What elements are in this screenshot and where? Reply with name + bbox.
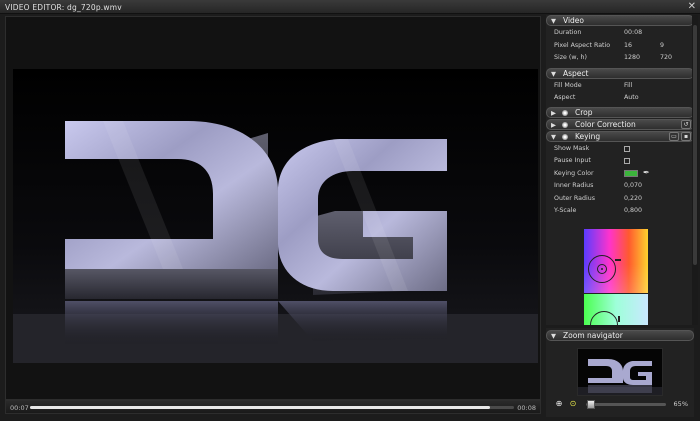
prop-value[interactable]: 720 — [660, 54, 672, 61]
keying-color-swatch[interactable] — [624, 169, 638, 177]
section-zoom-header[interactable]: ▼ Zoom navigator — [546, 330, 694, 341]
section-aspect-title: Aspect — [563, 68, 589, 78]
video-viewer[interactable] — [5, 16, 541, 400]
zoom-slider[interactable] — [586, 403, 666, 406]
key-target-handle[interactable] — [615, 259, 621, 261]
key-target-handle[interactable] — [618, 316, 620, 322]
prop-row: Pixel Aspect Ratio 16 9 — [546, 40, 694, 53]
eye-icon[interactable] — [562, 121, 568, 128]
prop-row: Size (w, h) 1280 720 — [546, 52, 694, 65]
eyedropper-icon[interactable]: ✒ — [643, 168, 650, 177]
prop-label: Inner Radius — [554, 182, 594, 189]
section-crop-title: Crop — [575, 107, 593, 117]
prop-label: Size (w, h) — [554, 54, 587, 61]
reset-icon[interactable]: ↺ — [681, 119, 691, 129]
section-crop-header[interactable]: ▶ Crop — [546, 106, 694, 118]
end-time: 00:08 — [517, 404, 536, 412]
color-key-picker[interactable] — [584, 229, 648, 293]
zoom-navigator-title: Zoom navigator — [563, 331, 623, 340]
prop-row: Pause Input — [546, 155, 694, 168]
chevron-down-icon[interactable]: ▼ — [551, 16, 556, 26]
prop-row: Duration 00:08 — [546, 27, 694, 40]
scrollbar-thumb[interactable] — [693, 25, 697, 265]
seek-progress — [30, 406, 490, 409]
zoom-in-icon[interactable]: ⊕ — [554, 399, 564, 409]
prop-label: Fill Mode — [554, 81, 582, 89]
zoom-slider-handle[interactable] — [587, 400, 595, 409]
video-frame — [13, 69, 538, 363]
chevron-right-icon[interactable]: ▶ — [551, 120, 556, 130]
prop-label: Y-Scale — [554, 207, 577, 214]
prop-label: Aspect — [554, 94, 576, 101]
prop-row: Show Mask — [546, 143, 694, 156]
prop-row: Outer Radius 0,220 — [546, 193, 694, 206]
prop-label: Keying Color — [554, 169, 594, 177]
eye-icon[interactable] — [562, 109, 568, 116]
eye-icon[interactable] — [562, 133, 568, 140]
prop-label: Pause Input — [554, 157, 591, 164]
y-scale-value[interactable]: 0,800 — [624, 207, 642, 214]
section-video-header[interactable]: ▼ Video — [546, 15, 694, 26]
show-mask-checkbox[interactable] — [624, 145, 630, 152]
prop-label: Pixel Aspect Ratio — [554, 41, 611, 49]
section-aspect-header[interactable]: ▼ Aspect — [546, 67, 694, 79]
section-keying-header[interactable]: ▼ Keying ▭ ▪ — [546, 130, 694, 142]
window-title: VIDEO EDITOR: dg_720p.wmv — [5, 3, 122, 12]
prop-value: 00:08 — [624, 29, 643, 36]
video-preview-image — [13, 69, 538, 363]
key-target-dot[interactable] — [601, 268, 603, 270]
prop-label: Show Mask — [554, 144, 590, 152]
outer-radius-value[interactable]: 0,220 — [624, 195, 642, 202]
zoom-controls: ⊕ ⊙ 65% — [546, 398, 694, 412]
seek-track[interactable] — [30, 406, 514, 409]
prop-row: Aspect Auto — [546, 92, 694, 105]
current-time: 00:07 — [10, 404, 29, 412]
section-keying-title: Keying — [575, 131, 601, 141]
chevron-down-icon[interactable]: ▼ — [551, 132, 556, 142]
zoom-navigator-panel: ▼ Zoom navigator ⊕ ⊙ 65% — [546, 328, 694, 417]
properties-scrollbar[interactable] — [692, 15, 698, 325]
prop-value[interactable]: 16 — [624, 42, 632, 49]
timeline[interactable]: 00:07 00:08 — [5, 400, 541, 414]
properties-panel: ▼ Video Duration 00:08 Pixel Aspect Rati… — [546, 15, 694, 325]
prop-row: Keying Color ✒ — [546, 168, 694, 181]
folder-icon[interactable]: ▭ — [669, 131, 679, 141]
chevron-down-icon[interactable]: ▼ — [551, 331, 556, 341]
prop-value[interactable]: 1280 — [624, 54, 640, 61]
prop-label: Duration — [554, 29, 582, 36]
fill-mode-select[interactable]: Fill — [624, 82, 632, 89]
section-video-title: Video — [563, 16, 585, 25]
prop-row: Fill Mode Fill — [546, 80, 694, 93]
zoom-fit-icon[interactable]: ⊙ — [568, 399, 578, 409]
pause-input-checkbox[interactable] — [624, 158, 630, 164]
zoom-thumbnail[interactable] — [577, 348, 663, 396]
zoom-thumbnail-image — [578, 349, 662, 395]
prop-value[interactable]: 9 — [660, 42, 664, 49]
prop-row: Inner Radius 0,070 — [546, 180, 694, 193]
color-key-preview[interactable] — [584, 294, 648, 325]
save-icon[interactable]: ▪ — [681, 131, 691, 141]
prop-row: Y-Scale 0,800 — [546, 205, 694, 218]
title-bar: VIDEO EDITOR: dg_720p.wmv ✕ — [0, 0, 700, 14]
chevron-right-icon[interactable]: ▶ — [551, 108, 556, 118]
zoom-percent: 65% — [673, 400, 688, 408]
section-color-correction-title: Color Correction — [575, 119, 636, 129]
close-icon[interactable]: ✕ — [688, 1, 696, 13]
prop-label: Outer Radius — [554, 194, 595, 202]
key-target-ring — [590, 311, 618, 325]
aspect-select[interactable]: Auto — [624, 94, 639, 101]
inner-radius-value[interactable]: 0,070 — [624, 182, 642, 189]
chevron-down-icon[interactable]: ▼ — [551, 69, 556, 79]
section-color-correction-header[interactable]: ▶ Color Correction ↺ — [546, 118, 694, 130]
